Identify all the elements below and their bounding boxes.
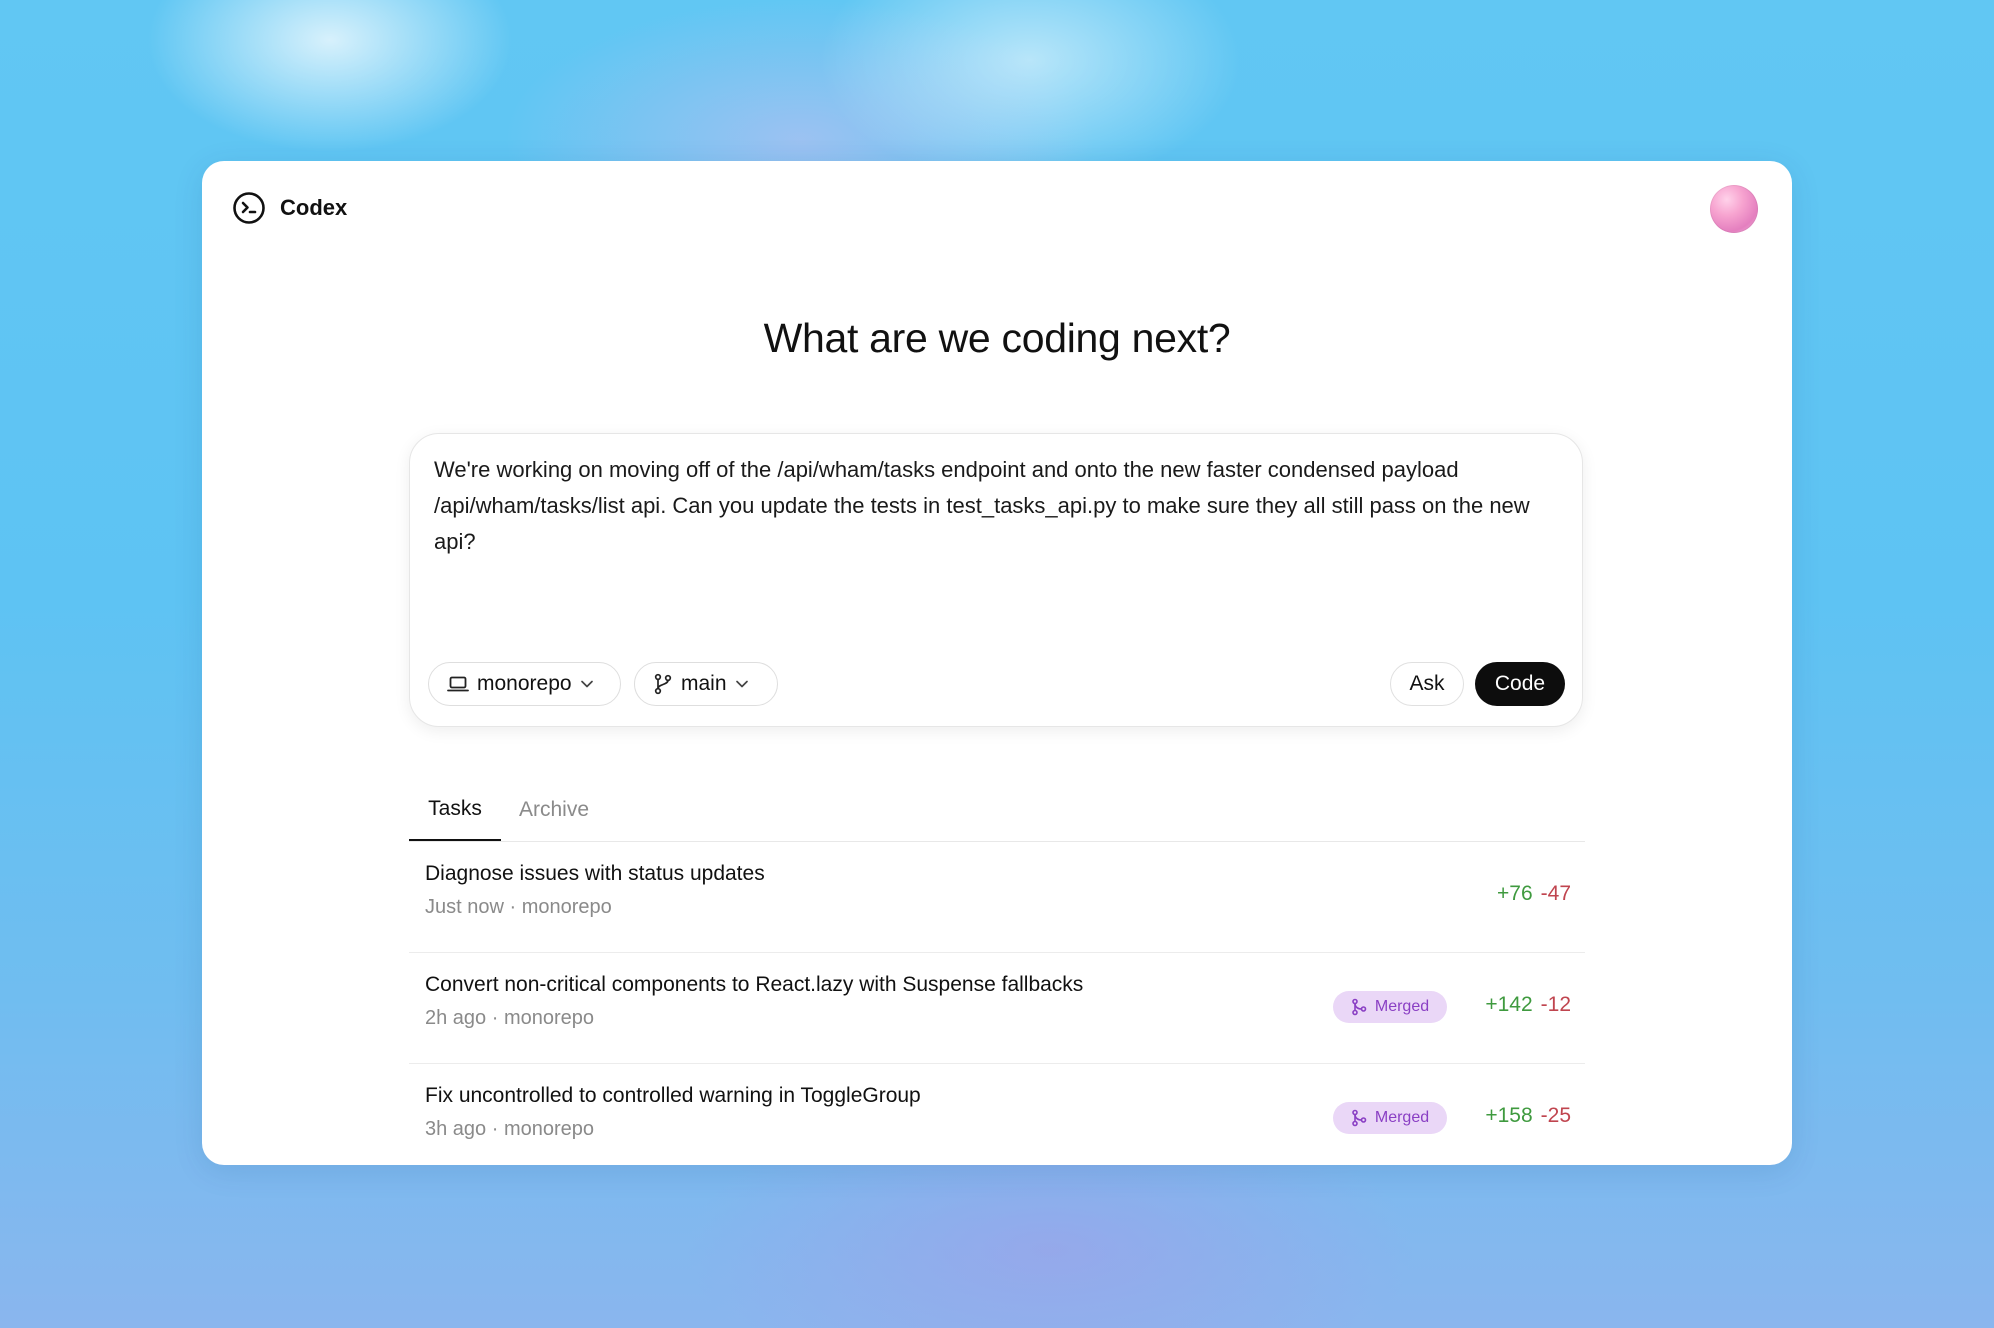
chevron-down-icon xyxy=(580,680,593,688)
tab-tasks[interactable]: Tasks xyxy=(409,779,501,841)
branch-selector[interactable]: main xyxy=(634,662,778,706)
diff-additions: +158 xyxy=(1485,1104,1533,1127)
task-repo: monorepo xyxy=(503,1007,595,1029)
meta-separator: · xyxy=(491,1118,499,1140)
task-meta: Just now · monorepo xyxy=(425,896,612,919)
meta-separator: · xyxy=(509,896,517,918)
task-title: Convert non-critical components to React… xyxy=(425,973,1084,996)
ask-button[interactable]: Ask xyxy=(1390,662,1464,706)
task-list: Diagnose issues with status updates Just… xyxy=(409,842,1585,1165)
user-avatar[interactable] xyxy=(1710,185,1758,233)
badge-label: Merged xyxy=(1374,998,1430,1015)
diff-additions: +76 xyxy=(1497,882,1533,905)
merged-badge: Merged xyxy=(1333,1102,1447,1134)
task-title: Diagnose issues with status updates xyxy=(425,862,765,885)
diff-deletions: -12 xyxy=(1540,993,1571,1016)
diff-stats: +142 -12 xyxy=(1485,993,1571,1017)
chevron-down-icon xyxy=(735,680,748,688)
page-title: What are we coding next? xyxy=(763,315,1231,361)
badge-label: Merged xyxy=(1374,1109,1430,1126)
task-time: Just now xyxy=(425,896,504,918)
tab-archive[interactable]: Archive xyxy=(509,779,599,841)
git-merge-icon xyxy=(1352,998,1367,1016)
meta-separator: · xyxy=(491,1007,499,1029)
codex-window: Codex What are we coding next? We're wor… xyxy=(202,161,1792,1165)
task-row[interactable]: Convert non-critical components to React… xyxy=(409,953,1585,1064)
task-time: 3h ago xyxy=(425,1118,487,1140)
task-meta: 3h ago · monorepo xyxy=(425,1118,594,1141)
git-branch-icon xyxy=(654,673,672,695)
laptop-icon xyxy=(447,676,469,692)
prompt-input[interactable]: We're working on moving off of the /api/… xyxy=(434,452,1552,560)
diff-stats: +158 -25 xyxy=(1485,1104,1571,1128)
task-row[interactable]: Diagnose issues with status updates Just… xyxy=(409,842,1585,953)
diff-stats: +76 -47 xyxy=(1497,882,1571,906)
task-row[interactable]: Fix uncontrolled to controlled warning i… xyxy=(409,1064,1585,1165)
code-button[interactable]: Code xyxy=(1475,662,1565,706)
diff-deletions: -47 xyxy=(1540,882,1571,905)
repo-selector[interactable]: monorepo xyxy=(428,662,621,706)
task-tabs: Tasks Archive xyxy=(409,779,1585,842)
diff-additions: +142 xyxy=(1485,993,1533,1016)
brand[interactable]: Codex xyxy=(232,191,347,225)
git-merge-icon xyxy=(1352,1109,1367,1127)
task-title: Fix uncontrolled to controlled warning i… xyxy=(425,1084,921,1107)
task-repo: monorepo xyxy=(503,1118,595,1140)
repo-label: monorepo xyxy=(477,672,572,695)
task-time: 2h ago xyxy=(425,1007,487,1029)
task-meta: 2h ago · monorepo xyxy=(425,1007,594,1030)
terminal-circle-icon xyxy=(233,192,265,224)
task-repo: monorepo xyxy=(521,896,612,918)
prompt-composer[interactable]: We're working on moving off of the /api/… xyxy=(409,433,1583,727)
app-name: Codex xyxy=(280,195,348,220)
branch-label: main xyxy=(681,672,727,695)
diff-deletions: -25 xyxy=(1540,1104,1571,1127)
merged-badge: Merged xyxy=(1333,991,1447,1023)
